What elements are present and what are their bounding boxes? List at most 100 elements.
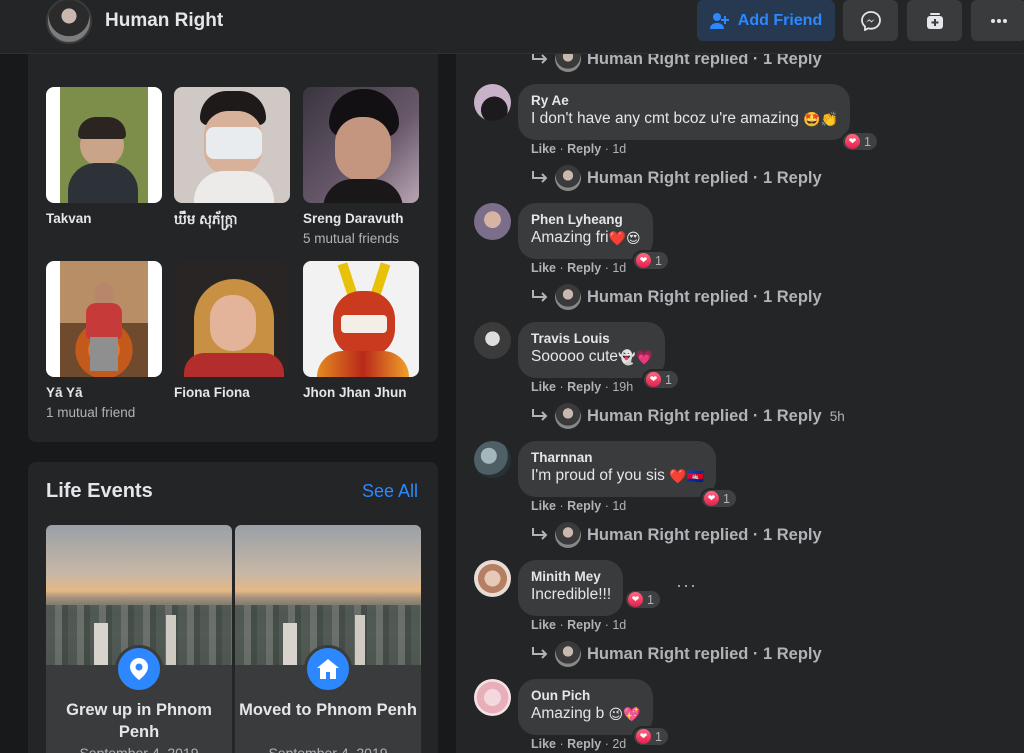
commenter-avatar[interactable] bbox=[474, 322, 511, 359]
reply-arrow-icon bbox=[532, 171, 548, 183]
friend-name[interactable]: Jhon Jhan Jhun bbox=[303, 385, 419, 400]
view-replies-link[interactable]: Human Right replied · 1 Reply bbox=[531, 283, 830, 311]
profile-name[interactable]: Human Right bbox=[105, 10, 223, 32]
more-options-button[interactable] bbox=[971, 0, 1024, 41]
commenter-name[interactable]: Phen Lyheang bbox=[531, 211, 641, 228]
like-button[interactable]: Like bbox=[531, 618, 556, 632]
message-button[interactable] bbox=[843, 0, 898, 41]
add-friend-label: Add Friend bbox=[737, 11, 823, 29]
comment-actions: Like · Reply · 19h bbox=[531, 380, 634, 394]
reaction-badge[interactable]: ❤ 1 bbox=[624, 589, 662, 610]
view-replies-link[interactable]: Human Right replied · 1 Reply bbox=[531, 164, 830, 192]
reply-arrow-icon bbox=[532, 409, 548, 421]
reply-button[interactable]: Reply bbox=[567, 499, 601, 513]
friend-photo[interactable] bbox=[46, 261, 162, 377]
reply-button[interactable]: Reply bbox=[567, 261, 601, 275]
reply-button[interactable]: Reply bbox=[567, 380, 601, 394]
replier-avatar bbox=[555, 165, 581, 191]
reply-summary: Human Right replied · 1 Reply bbox=[587, 525, 822, 544]
see-all-link[interactable]: See All bbox=[362, 481, 418, 502]
view-replies-link[interactable]: Human Right replied · 1 Reply bbox=[531, 521, 830, 549]
reply-arrow-icon bbox=[532, 647, 548, 659]
comment-options-icon[interactable]: ··· bbox=[676, 575, 697, 596]
friend-name[interactable]: Takvan bbox=[46, 211, 162, 226]
friend-item[interactable]: ឃឹម សុភ័ក្រ្តា bbox=[174, 87, 290, 236]
like-button[interactable]: Like bbox=[531, 499, 556, 513]
like-button[interactable]: Like bbox=[531, 261, 556, 275]
friend-photo[interactable] bbox=[46, 87, 162, 203]
commenter-avatar[interactable] bbox=[474, 560, 511, 597]
comment-bubble: Travis Louis Sooooo cute👻💗 bbox=[518, 322, 665, 378]
reaction-badge[interactable]: ❤ 1 bbox=[632, 726, 670, 747]
friend-photo[interactable] bbox=[303, 87, 419, 203]
comment-time[interactable]: 19h bbox=[612, 380, 633, 394]
friend-item[interactable]: Yā Yā 1 mutual friend bbox=[46, 261, 162, 420]
commenter-name[interactable]: Travis Louis bbox=[531, 330, 653, 347]
reply-button[interactable]: Reply bbox=[567, 737, 601, 751]
friend-item[interactable]: Fiona Fiona bbox=[174, 261, 290, 405]
replier-avatar bbox=[555, 641, 581, 667]
city-photo bbox=[46, 525, 232, 665]
comment-actions: Like · Reply · 1d bbox=[531, 618, 627, 632]
comment-text: Amazing fri❤️😍 bbox=[531, 229, 641, 246]
friend-name[interactable]: ឃឹម សុភ័ក្រ្តា bbox=[174, 211, 290, 231]
friend-photo[interactable] bbox=[303, 261, 419, 377]
commenter-name[interactable]: Tharnnan bbox=[531, 449, 704, 466]
add-box-icon bbox=[926, 12, 943, 29]
friend-item[interactable]: Jhon Jhan Jhun bbox=[303, 261, 419, 405]
life-event-title: Grew up in Phnom Penh bbox=[66, 701, 212, 741]
add-friend-icon bbox=[709, 12, 729, 29]
life-event-item[interactable]: Moved to Phnom Penh September 4, 2019 bbox=[235, 525, 421, 753]
replier-avatar bbox=[555, 403, 581, 429]
friend-name[interactable]: Fiona Fiona bbox=[174, 385, 290, 400]
comment-time[interactable]: 2d bbox=[612, 737, 626, 751]
commenter-avatar[interactable] bbox=[474, 441, 511, 478]
comment-time[interactable]: 1d bbox=[612, 142, 626, 156]
reply-arrow-icon bbox=[532, 52, 548, 64]
reply-button[interactable]: Reply bbox=[567, 618, 601, 632]
comment-bubble: Ry Ae I don't have any cmt bcoz u're ama… bbox=[518, 84, 851, 140]
add-friend-button[interactable]: Add Friend bbox=[697, 0, 835, 41]
commenter-name[interactable]: Minith Mey bbox=[531, 568, 611, 585]
commenter-avatar[interactable] bbox=[474, 679, 511, 716]
commenter-name[interactable]: Oun Pich bbox=[531, 687, 641, 704]
comment-text: I'm proud of you sis ❤️🇰🇭 bbox=[531, 467, 705, 484]
reaction-badge[interactable]: ❤ 1 bbox=[642, 369, 680, 390]
comment-bubble: Phen Lyheang Amazing fri❤️😍 bbox=[518, 203, 653, 259]
friend-photo[interactable] bbox=[174, 261, 290, 377]
friend-photo[interactable] bbox=[174, 87, 290, 203]
reaction-badge[interactable]: ❤ 1 bbox=[841, 131, 879, 152]
friend-name[interactable]: Sreng Daravuth bbox=[303, 211, 419, 226]
more-dots-icon bbox=[990, 18, 1007, 23]
mutual-friends-count: 1 mutual friend bbox=[46, 405, 136, 420]
reaction-badge[interactable]: ❤ 1 bbox=[700, 488, 738, 509]
comment-time[interactable]: 1d bbox=[612, 499, 626, 513]
friend-item[interactable]: Takvan bbox=[46, 87, 162, 231]
reply-arrow-icon bbox=[532, 528, 548, 540]
life-event-item[interactable]: Grew up in Phnom Penh September 4, 2019 bbox=[46, 525, 232, 753]
location-pin-icon bbox=[115, 645, 163, 693]
profile-header-bar: Human Right Add Friend bbox=[0, 0, 1024, 54]
view-replies-link[interactable]: Human Right replied · 1 Reply 5h bbox=[531, 402, 845, 430]
commenter-avatar[interactable] bbox=[474, 84, 511, 121]
like-button[interactable]: Like bbox=[531, 737, 556, 751]
follow-button[interactable] bbox=[907, 0, 962, 41]
reaction-badge[interactable]: ❤ 1 bbox=[632, 250, 670, 271]
view-replies-link[interactable]: Human Right replied · 1 Reply bbox=[531, 640, 830, 668]
commenter-avatar[interactable] bbox=[474, 203, 511, 240]
commenter-name[interactable]: Ry Ae bbox=[531, 92, 838, 109]
life-event-date: September 4, 2019 bbox=[268, 745, 388, 753]
like-button[interactable]: Like bbox=[531, 380, 556, 394]
reply-time: 5h bbox=[829, 408, 845, 424]
heart-reaction-icon: ❤ bbox=[628, 592, 643, 607]
comment-time[interactable]: 1d bbox=[612, 261, 626, 275]
reply-button[interactable]: Reply bbox=[567, 142, 601, 156]
comment-text: Amazing b 😉💖 bbox=[531, 705, 641, 722]
comment-actions: Like · Reply · 1d bbox=[531, 261, 627, 275]
friend-item[interactable]: Sreng Daravuth 5 mutual friends bbox=[303, 87, 419, 246]
friend-name[interactable]: Yā Yā bbox=[46, 385, 162, 400]
reply-summary: Human Right replied · 1 Reply bbox=[587, 287, 822, 306]
profile-avatar[interactable] bbox=[46, 0, 92, 44]
comment-time[interactable]: 1d bbox=[612, 618, 626, 632]
like-button[interactable]: Like bbox=[531, 142, 556, 156]
